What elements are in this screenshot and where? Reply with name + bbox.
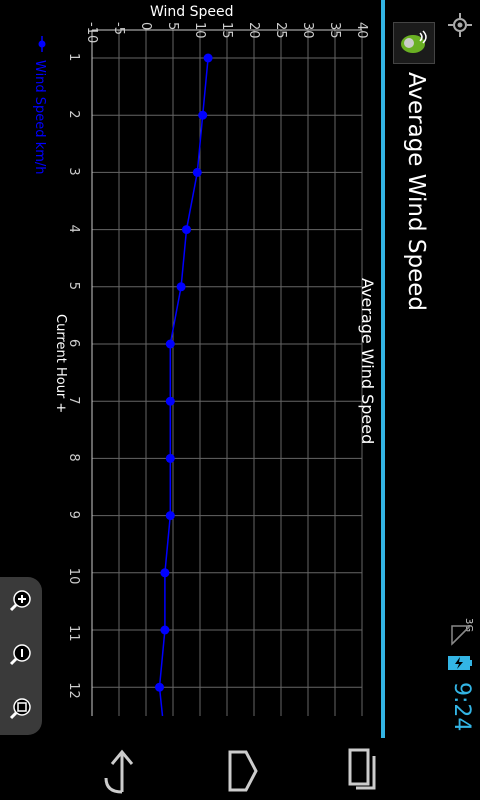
data-point [182, 225, 191, 235]
data-point [176, 282, 186, 292]
value-axis-title: Wind Speed [150, 4, 234, 20]
home-icon[interactable] [224, 748, 260, 794]
legend-marker [38, 40, 46, 48]
data-point [160, 625, 170, 635]
app-logo-graphic [401, 30, 427, 53]
value-tick-label: 0 [138, 22, 153, 30]
status-bar: 3G 9:24 [440, 0, 480, 800]
zoom-reset-icon[interactable] [8, 695, 34, 721]
action-bar-title: Average Wind Speed [403, 72, 429, 311]
data-point [198, 110, 208, 120]
category-tick-label: 12 [66, 682, 81, 699]
legend-label: Wind Speed km/h [32, 60, 47, 175]
category-tick-label: 10 [66, 568, 81, 585]
data-point [165, 396, 175, 406]
action-bar-divider [381, 0, 385, 738]
category-tick-label: 11 [66, 625, 81, 642]
battery-charging-icon [448, 656, 472, 670]
category-tick-label: 8 [66, 453, 81, 461]
wind-speed-chart[interactable]: -10-50510152025303540123456789101112Wind… [0, 0, 381, 738]
category-tick-label: 3 [66, 167, 81, 175]
data-point [203, 53, 213, 63]
navigation-bar [0, 738, 480, 800]
location-icon [448, 13, 472, 37]
signal-icon [451, 625, 472, 646]
data-point [192, 167, 202, 177]
action-bar: Average Wind Speed [385, 0, 440, 738]
data-point [155, 682, 164, 692]
value-tick-label: 5 [165, 22, 180, 30]
chart-area[interactable]: -10-50510152025303540123456789101112Wind… [0, 0, 381, 738]
category-tick-label: 1 [66, 53, 81, 61]
category-tick-label: 2 [66, 110, 81, 118]
back-icon[interactable] [102, 744, 142, 796]
value-tick-label: -5 [111, 22, 126, 35]
zoom-controls [0, 577, 42, 735]
data-point [165, 453, 175, 463]
status-time: 9:24 [449, 682, 474, 732]
recent-apps-icon[interactable] [344, 746, 378, 792]
zoom-in-icon[interactable] [8, 587, 34, 613]
app-logo-icon[interactable] [393, 22, 435, 64]
zoom-out-icon[interactable] [8, 641, 34, 667]
category-tick-label: 4 [66, 225, 81, 233]
chart-title: Average Wind Speed [358, 278, 377, 444]
data-point [165, 511, 175, 521]
data-point [165, 339, 175, 349]
category-axis-title: Current Hour + [53, 314, 68, 413]
category-tick-label: 9 [66, 511, 81, 519]
data-point [160, 568, 170, 578]
series-line [158, 57, 209, 717]
category-tick-label: 5 [66, 282, 81, 290]
